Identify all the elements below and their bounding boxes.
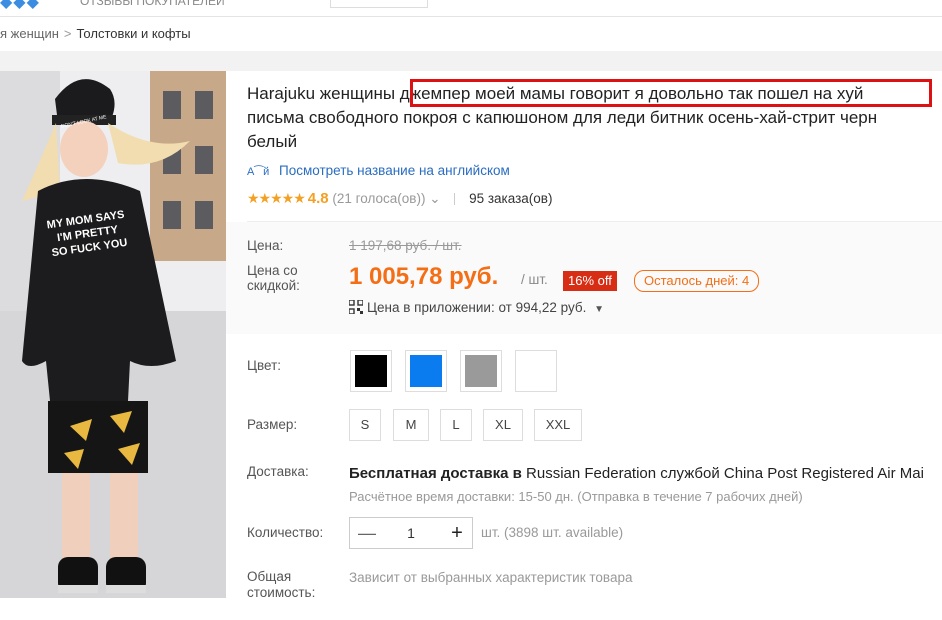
quantity-increase-button[interactable]: + [446, 521, 468, 545]
translate-label: Посмотреть название на английском [279, 163, 510, 178]
size-option-m[interactable]: M [393, 409, 429, 441]
rating-score: 4.8 [307, 190, 329, 207]
shipping-method[interactable]: Бесплатная доставка в Russian Federation… [349, 465, 924, 482]
breadcrumb-separator: > [63, 26, 72, 41]
quantity-available: шт. (3898 шт. available) [481, 525, 624, 540]
divider [454, 193, 456, 206]
quantity-label: Количество: [247, 525, 324, 540]
logo-icon[interactable]: ◆◆◆ [0, 0, 40, 12]
size-label: Размер: [247, 417, 298, 432]
discount-price: 1 005,78 руб. [349, 263, 499, 290]
orders-count: 95 заказа(ов) [469, 191, 553, 206]
product-title-line: письма свободного покроя с капюшоном для… [247, 108, 878, 127]
size-option-xxl[interactable]: XXL [534, 409, 582, 441]
shipping-estimate: Расчётное время доставки: 15-50 дн. (Отп… [349, 489, 803, 504]
rating-row: ★★★★★ 4.8 (21 голоса(ов)) ⌄ 95 заказа(ов) [247, 190, 552, 207]
translate-icon: A⁀й [247, 166, 270, 178]
caret-down-icon[interactable]: ▼ [594, 304, 604, 315]
days-left-badge: Осталось дней: 4 [634, 270, 760, 292]
rating-votes[interactable]: (21 голоса(ов)) [332, 191, 425, 206]
chevron-down-icon[interactable]: ⌄ [429, 191, 440, 206]
top-bar: ◆◆◆ ОТЗЫВЫ ПОКУПАТЕЛЕЙ [0, 0, 942, 17]
breadcrumb-item[interactable]: я женщин [0, 26, 59, 41]
breadcrumb: я женщин > Толстовки и кофты [0, 17, 942, 51]
highlight-box [410, 79, 932, 107]
section-divider [0, 51, 942, 71]
quantity-input[interactable]: 1 [396, 518, 426, 548]
product-photo[interactable]: MY MOM SAYS I'M PRETTY SO FUCK YOU DON'T… [0, 71, 226, 598]
product-title-line: белый [247, 132, 298, 151]
total-label: Общая стоимость: [247, 569, 316, 600]
app-price-text: Цена в приложении: от 994,22 руб. [367, 300, 587, 315]
star-rating-icon: ★★★★★ [247, 190, 306, 206]
product-photo-illustration: MY MOM SAYS I'M PRETTY SO FUCK YOU DON'T… [0, 71, 226, 598]
total-note: Зависит от выбранных характеристик товар… [349, 570, 633, 585]
color-swatch-blue[interactable] [405, 350, 447, 392]
size-option-xl[interactable]: XL [483, 409, 523, 441]
top-bar-button[interactable] [330, 0, 428, 8]
discount-badge: 16% off [563, 271, 617, 291]
color-swatch-white[interactable] [515, 350, 557, 392]
price-label: Цена: [247, 238, 284, 253]
color-label: Цвет: [247, 358, 282, 373]
size-option-l[interactable]: L [440, 409, 472, 441]
quantity-stepper: — 1 + [349, 517, 473, 549]
original-price: 1 197,68 руб. / шт. [349, 238, 462, 253]
discount-price-label: Цена со скидкой: [247, 263, 300, 293]
color-swatch-black[interactable] [350, 350, 392, 392]
color-swatch-gray[interactable] [460, 350, 502, 392]
size-option-s[interactable]: S [349, 409, 381, 441]
breadcrumb-current[interactable]: Толстовки и кофты [77, 26, 191, 41]
shipping-label: Доставка: [247, 464, 309, 479]
bottom-margin [0, 598, 942, 620]
quantity-decrease-button[interactable]: — [356, 521, 378, 545]
top-bar-text: ОТЗЫВЫ ПОКУПАТЕЛЕЙ [80, 0, 225, 8]
price-unit: / шт. [521, 272, 548, 287]
translate-link[interactable]: A⁀й Посмотреть название на английском [247, 163, 510, 179]
app-price[interactable]: Цена в приложении: от 994,22 руб. ▼ [349, 300, 604, 315]
qr-code-icon [349, 300, 363, 314]
